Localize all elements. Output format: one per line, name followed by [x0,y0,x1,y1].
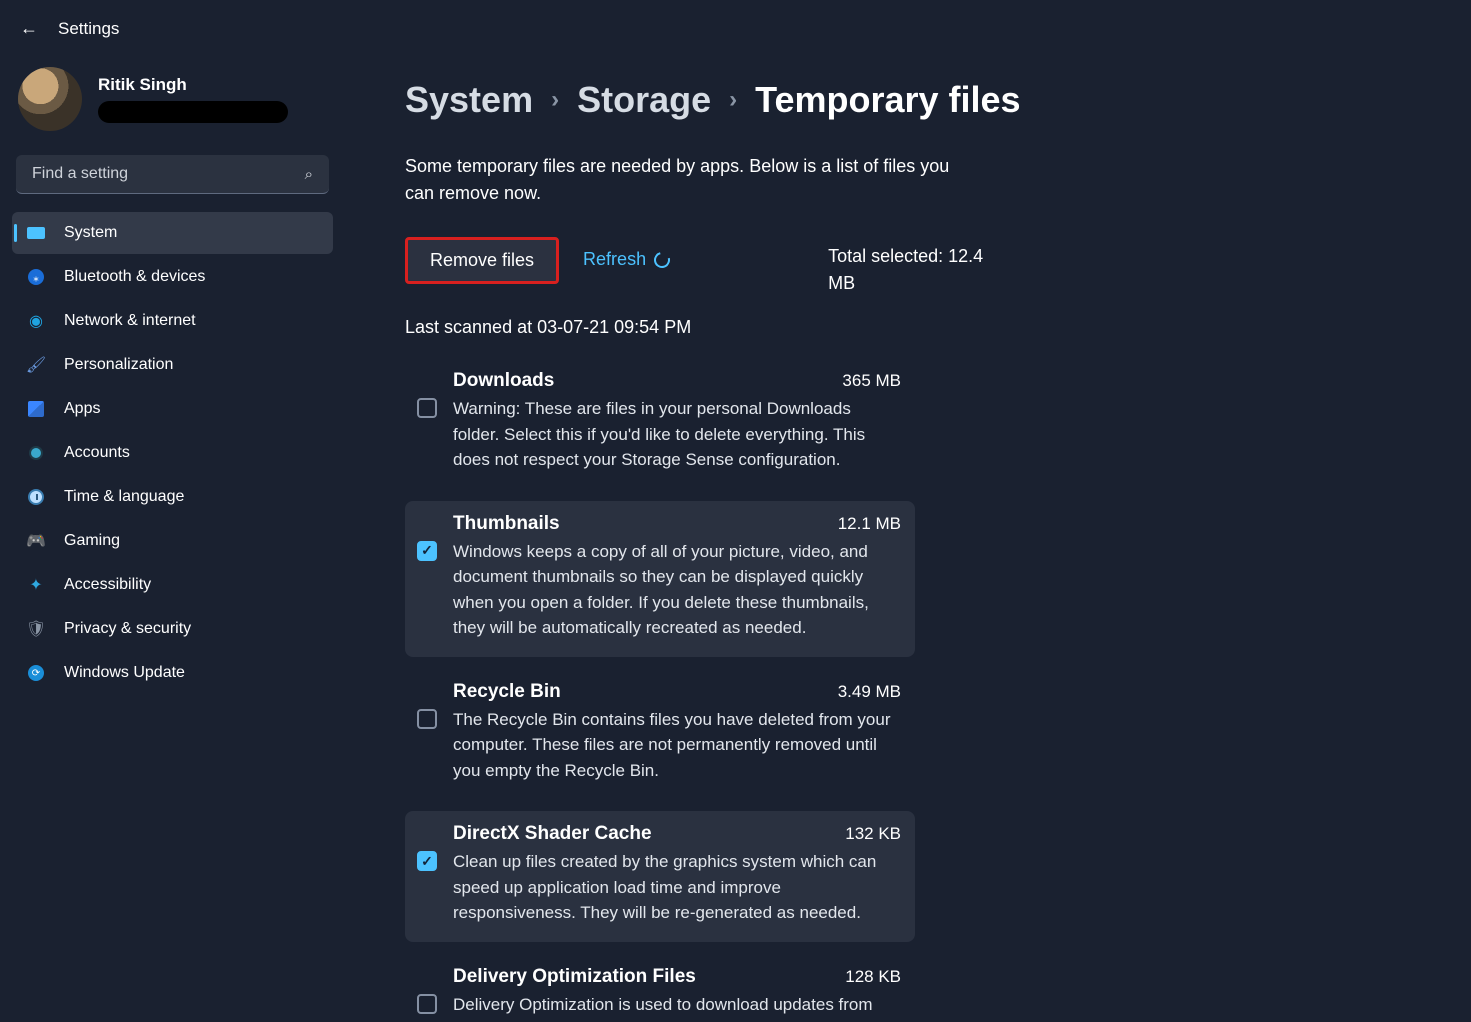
file-size: 365 MB [842,371,901,391]
file-item-delivery-optimization-files[interactable]: Delivery Optimization Files 128 KB Deliver… [405,954,915,1022]
profile-name: Ritik Singh [98,75,288,95]
search-icon: ⌕ [305,166,313,183]
file-size: 128 KB [845,967,901,987]
search-box[interactable]: ⌕ [16,155,329,194]
apps-icon [26,399,46,419]
sidebar-item-label: Privacy & security [64,620,191,638]
breadcrumb: System › Storage › Temporary files [405,79,1431,121]
refresh-label: Refresh [583,249,646,270]
sidebar-item-label: Accessibility [64,576,151,594]
file-item-thumbnails[interactable]: Thumbnails 12.1 MB Windows keeps a copy of… [405,501,915,657]
sidebar-item-label: Bluetooth & devices [64,268,205,286]
total-selected-label: Total selected: 12.4 MB [828,237,998,297]
sidebar-item-personalization[interactable]: 🖌 Personalization [12,344,333,386]
last-scanned-label: Last scanned at 03-07-21 09:54 PM [405,317,1431,338]
gamepad-icon: 🎮 [26,531,46,551]
file-description: Clean up files created by the graphics s… [453,849,901,926]
bluetooth-icon: ⁎ [26,267,46,287]
sidebar-item-label: System [64,224,117,242]
sidebar-item-time-language[interactable]: Time & language [12,476,333,518]
sidebar-item-privacy-security[interactable]: 🛡 Privacy & security [12,608,333,650]
sidebar-item-label: Network & internet [64,312,196,330]
update-icon: ⟳ [26,663,46,683]
refresh-icon [651,249,673,271]
refresh-button[interactable]: Refresh [583,237,670,270]
avatar [18,67,82,131]
wifi-icon: ◉ [26,311,46,331]
sidebar-item-accounts[interactable]: Accounts [12,432,333,474]
file-item-directx-shader-cache[interactable]: DirectX Shader Cache 132 KB Clean up files… [405,811,915,942]
account-icon [26,443,46,463]
file-description: Warning: These are files in your persona… [453,396,901,473]
sidebar-item-label: Time & language [64,488,184,506]
file-checkbox[interactable] [417,398,437,418]
file-name: DirectX Shader Cache [453,823,652,845]
sidebar-item-accessibility[interactable]: ✦ Accessibility [12,564,333,606]
sidebar-item-label: Windows Update [64,664,185,682]
sidebar-item-bluetooth-devices[interactable]: ⁎ Bluetooth & devices [12,256,333,298]
file-description: Windows keeps a copy of all of your pict… [453,539,901,641]
profile-block[interactable]: Ritik Singh [12,59,333,149]
sidebar-item-apps[interactable]: Apps [12,388,333,430]
file-description: The Recycle Bin contains files you have … [453,707,901,784]
file-name: Thumbnails [453,513,560,535]
remove-files-button[interactable]: Remove files [405,237,559,284]
file-description: Delivery Optimization is used to downloa… [453,992,901,1022]
profile-email-redacted [98,101,288,123]
search-input[interactable] [32,165,305,183]
file-name: Delivery Optimization Files [453,966,696,988]
chevron-right-icon: › [729,86,737,114]
file-name: Downloads [453,370,554,392]
brush-icon: 🖌 [26,355,46,375]
file-checkbox[interactable] [417,709,437,729]
back-icon[interactable]: ← [20,18,38,39]
sidebar-item-label: Personalization [64,356,173,374]
file-checkbox[interactable] [417,851,437,871]
file-name: Recycle Bin [453,681,561,703]
sidebar-item-label: Accounts [64,444,130,462]
sidebar-item-gaming[interactable]: 🎮 Gaming [12,520,333,562]
breadcrumb-current: Temporary files [755,79,1020,121]
system-icon [26,223,46,243]
sidebar-item-label: Apps [64,400,100,418]
sidebar-item-label: Gaming [64,532,120,550]
sidebar: Ritik Singh ⌕ System ⁎ Bluetooth & devices… [0,49,345,1022]
chevron-right-icon: › [551,86,559,114]
file-size: 3.49 MB [838,682,901,702]
temp-files-list: Downloads 365 MB Warning: These are files … [405,358,915,1022]
main-content: System › Storage › Temporary files Some … [345,49,1471,1022]
sidebar-item-system[interactable]: System [12,212,333,254]
app-title: Settings [58,19,119,39]
clock-icon [26,487,46,507]
page-description: Some temporary files are needed by apps.… [405,153,965,207]
breadcrumb-system[interactable]: System [405,79,533,121]
file-item-recycle-bin[interactable]: Recycle Bin 3.49 MB The Recycle Bin contai… [405,669,915,800]
file-size: 132 KB [845,824,901,844]
file-checkbox[interactable] [417,994,437,1014]
breadcrumb-storage[interactable]: Storage [577,79,711,121]
file-item-downloads[interactable]: Downloads 365 MB Warning: These are files … [405,358,915,489]
accessibility-icon: ✦ [26,575,46,595]
file-size: 12.1 MB [838,514,901,534]
file-checkbox[interactable] [417,541,437,561]
sidebar-item-network-internet[interactable]: ◉ Network & internet [12,300,333,342]
shield-icon: 🛡 [26,619,46,639]
sidebar-item-windows-update[interactable]: ⟳ Windows Update [12,652,333,694]
